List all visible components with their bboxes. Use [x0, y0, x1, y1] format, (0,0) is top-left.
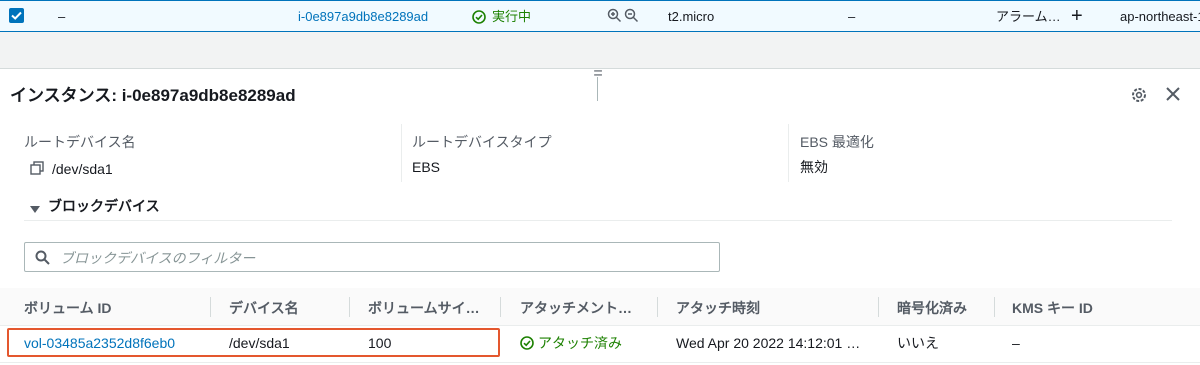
table-footer-area [0, 32, 1200, 69]
panel-divider [597, 77, 598, 101]
check-circle-icon [472, 10, 486, 24]
column-header-device-name[interactable]: デバイス名 [229, 300, 299, 316]
filter-placeholder: ブロックデバイスのフィルター [60, 250, 256, 266]
attachment-status-cell: アタッチ済み [520, 335, 622, 351]
block-device-filter-input[interactable]: ブロックデバイスのフィルター [24, 242, 720, 272]
root-device-name-label: ルートデバイス名 [24, 134, 136, 150]
volume-id-link[interactable]: vol-03485a2352d8f6eb0 [24, 335, 175, 351]
panel-title: インスタンス: i-0e897a9db8e8289ad [10, 86, 296, 105]
panel-resize-handle[interactable]: = [590, 66, 606, 82]
column-header-volume-size[interactable]: ボリュームサイ… [368, 300, 480, 316]
column-header-kms-key-id[interactable]: KMS キー ID [1012, 300, 1093, 316]
row-divider [0, 362, 1200, 363]
instance-row-selected[interactable]: – i-0e897a9db8e8289ad 実行中 t2.micro – アラー… [0, 0, 1200, 32]
attachment-status-label: アタッチ済み [538, 335, 622, 351]
copy-icon[interactable] [30, 161, 44, 175]
column-resizer[interactable] [500, 297, 501, 317]
block-devices-section-toggle[interactable]: ブロックデバイス [48, 198, 160, 214]
column-divider [788, 124, 789, 182]
column-header-encrypted[interactable]: 暗号化済み [897, 300, 967, 316]
root-device-type-label: ルートデバイスタイプ [412, 134, 552, 150]
column-header-volume-id[interactable]: ボリューム ID [24, 300, 111, 316]
device-name-cell: /dev/sda1 [229, 335, 290, 351]
ebs-optimized-label: EBS 最適化 [800, 134, 874, 150]
instance-state-label: 実行中 [492, 9, 532, 24]
zoom-out-icon[interactable] [624, 8, 639, 23]
row-checkbox[interactable] [9, 8, 24, 23]
column-resizer[interactable] [994, 297, 995, 317]
column-header-attach-time[interactable]: アタッチ時刻 [676, 300, 760, 316]
column-resizer[interactable] [349, 297, 350, 317]
close-icon[interactable] [1164, 85, 1182, 103]
instance-state: 実行中 [472, 9, 531, 25]
alarm-status-cell: アラーム… [996, 9, 1061, 24]
section-divider [24, 220, 1172, 221]
root-device-type-value: EBS [412, 159, 441, 175]
root-device-name-value: /dev/sda1 [52, 161, 113, 177]
status-check-cell: – [848, 9, 856, 24]
zoom-controls [607, 8, 639, 23]
zoom-in-icon[interactable] [607, 8, 622, 23]
checkmark-icon [11, 11, 22, 20]
column-divider [401, 124, 402, 182]
search-icon [35, 250, 50, 265]
check-circle-icon [520, 336, 534, 350]
gear-icon[interactable] [1130, 86, 1148, 104]
column-header-attachment-status[interactable]: アタッチメント… [520, 300, 632, 316]
kms-key-id-cell: – [1012, 335, 1020, 351]
column-resizer[interactable] [210, 297, 211, 317]
column-resizer[interactable] [878, 297, 879, 317]
ebs-optimized-value: 無効 [800, 159, 828, 175]
add-alarm-button[interactable]: + [1071, 5, 1083, 27]
column-resizer[interactable] [657, 297, 658, 317]
instance-type-cell: t2.micro [668, 9, 715, 24]
ec2-console: – i-0e897a9db8e8289ad 実行中 t2.micro – アラー… [0, 0, 1200, 365]
caret-down-icon[interactable] [30, 202, 40, 213]
instance-name-cell: – [58, 9, 66, 24]
instance-id-link[interactable]: i-0e897a9db8e8289ad [298, 9, 428, 25]
availability-zone-cell: ap-northeast-1 [1120, 9, 1200, 24]
attach-time-cell: Wed Apr 20 2022 14:12:01 … [676, 335, 861, 351]
volume-size-cell: 100 [368, 335, 392, 351]
encrypted-cell: いいえ [897, 335, 939, 351]
